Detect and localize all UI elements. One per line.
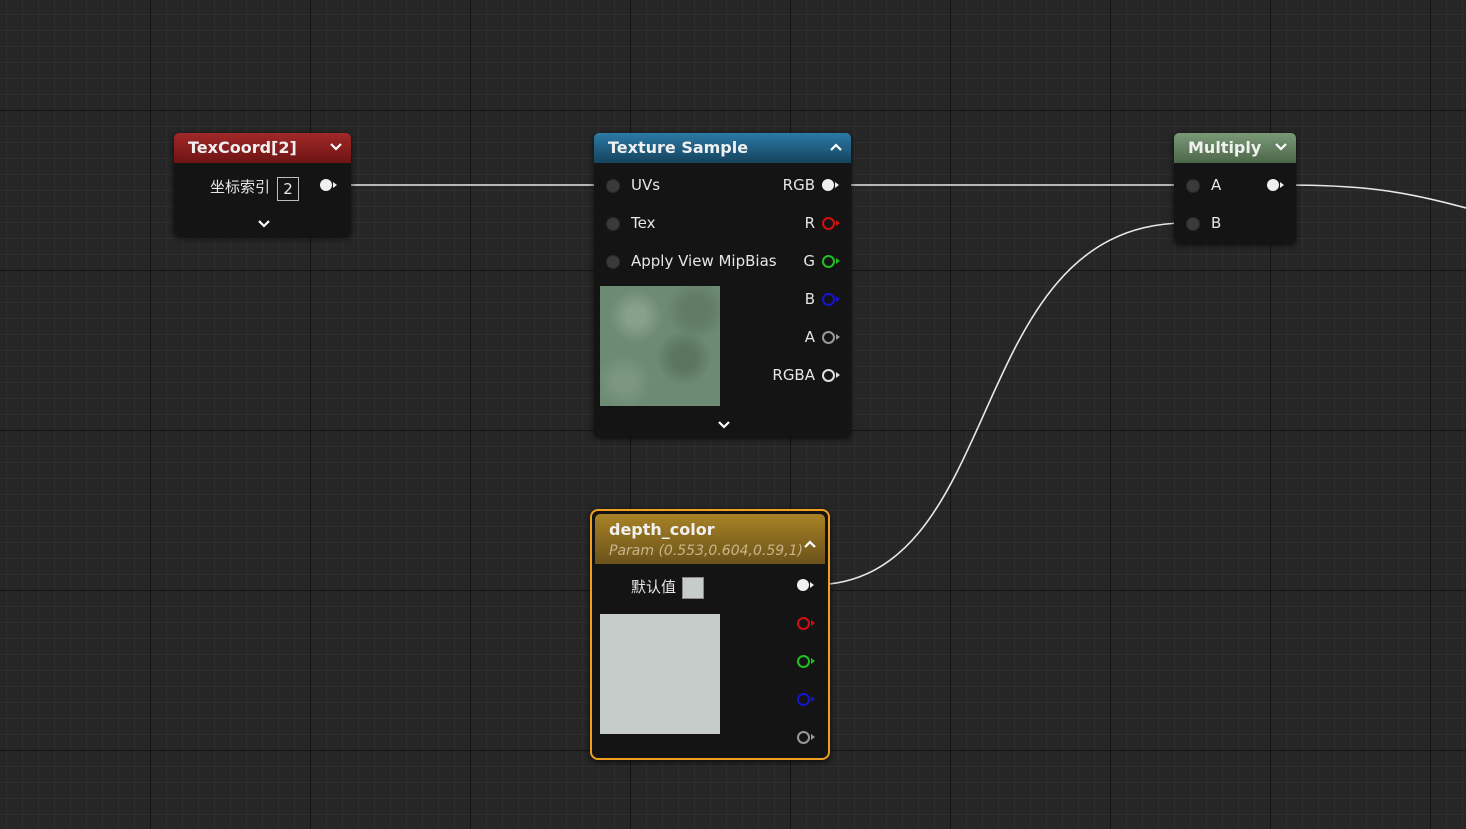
expand-chevron-icon[interactable] [257, 219, 271, 229]
chevron-down-icon[interactable] [329, 133, 343, 163]
pin-arrow-icon [836, 372, 840, 378]
rgba-output-pin[interactable] [822, 369, 835, 382]
multiply-b-input-pin[interactable] [1186, 217, 1200, 231]
multiply-a-label: A [1211, 176, 1222, 194]
color-preview [600, 614, 720, 734]
expand-chevron-icon[interactable] [717, 420, 731, 430]
r-output-label: R [804, 214, 815, 232]
pin-arrow-icon [836, 220, 840, 226]
rgb-output-pin[interactable] [822, 179, 834, 191]
coord-index-row: 坐标索引 [210, 177, 270, 197]
rgb-output-label: RGB [782, 176, 815, 194]
g-output-pin[interactable] [822, 255, 835, 268]
coord-index-field[interactable]: 2 [277, 177, 299, 201]
depth-color-b-pin[interactable] [797, 693, 810, 706]
a-output-pin[interactable] [822, 331, 835, 344]
multiply-b-label: B [1211, 214, 1222, 232]
pin-arrow-icon [836, 296, 840, 302]
pin-arrow-icon [836, 334, 840, 340]
wire-depthcolor-to-multiply-b [811, 222, 1187, 586]
b-output-label: B [804, 290, 815, 308]
texcoord-header[interactable]: TexCoord[2] [174, 133, 351, 163]
pin-arrow-icon [811, 734, 815, 740]
rgba-output-label: RGBA [772, 366, 815, 384]
g-output-label: G [803, 252, 815, 270]
multiply-header[interactable]: Multiply [1174, 133, 1296, 163]
depth-color-g-pin[interactable] [797, 655, 810, 668]
uvs-input-pin[interactable] [606, 179, 620, 193]
tex-input-pin[interactable] [606, 217, 620, 231]
multiply-node[interactable]: Multiply A B [1174, 133, 1296, 243]
pin-arrow-icon [811, 696, 815, 702]
pin-arrow-icon [810, 582, 814, 588]
multiply-output-pin[interactable] [1267, 179, 1279, 191]
wire-multiply-output [1281, 184, 1466, 209]
chevron-up-icon[interactable] [829, 133, 843, 163]
texcoord-node[interactable]: TexCoord[2] 坐标索引 2 [174, 133, 351, 236]
multiply-a-input-pin[interactable] [1186, 179, 1200, 193]
pin-arrow-icon [333, 182, 337, 188]
chevron-up-icon[interactable] [803, 534, 817, 553]
depth-color-header[interactable]: depth_color Param (0.553,0.604,0.59,1) [595, 514, 825, 564]
texture-sample-node[interactable]: Texture Sample UVs Tex Apply View MipBia… [594, 133, 851, 437]
pin-arrow-icon [836, 258, 840, 264]
multiply-title: Multiply [1188, 138, 1262, 157]
pin-arrow-icon [811, 658, 815, 664]
depth-color-output-pin[interactable] [797, 579, 809, 591]
r-output-pin[interactable] [822, 217, 835, 230]
mipbias-input-pin[interactable] [606, 255, 620, 269]
tex-input-label: Tex [631, 214, 656, 232]
chevron-down-icon[interactable] [1274, 133, 1288, 163]
default-value-label: 默认值 [631, 578, 677, 596]
depth-color-a-pin[interactable] [797, 731, 810, 744]
depth-color-subtitle: Param (0.553,0.604,0.59,1) [609, 543, 803, 559]
default-value-swatch[interactable] [682, 577, 704, 599]
coord-index-value: 2 [283, 180, 293, 198]
pin-arrow-icon [811, 620, 815, 626]
texture-sample-header[interactable]: Texture Sample [594, 133, 851, 163]
depth-color-node[interactable]: depth_color Param (0.553,0.604,0.59,1) 默… [590, 509, 830, 760]
depth-color-r-pin[interactable] [797, 617, 810, 630]
pin-arrow-icon [1280, 182, 1284, 188]
texture-thumbnail [600, 286, 720, 406]
texcoord-output-pin[interactable] [320, 179, 332, 191]
depth-color-title: depth_color [609, 520, 715, 539]
texture-sample-title: Texture Sample [608, 138, 749, 157]
b-output-pin[interactable] [822, 293, 835, 306]
a-output-label: A [804, 328, 815, 346]
mipbias-input-label: Apply View MipBias [631, 252, 777, 270]
coord-index-label: 坐标索引 [210, 178, 271, 196]
pin-arrow-icon [835, 182, 839, 188]
texcoord-title: TexCoord[2] [188, 138, 297, 157]
uvs-input-label: UVs [631, 176, 661, 194]
